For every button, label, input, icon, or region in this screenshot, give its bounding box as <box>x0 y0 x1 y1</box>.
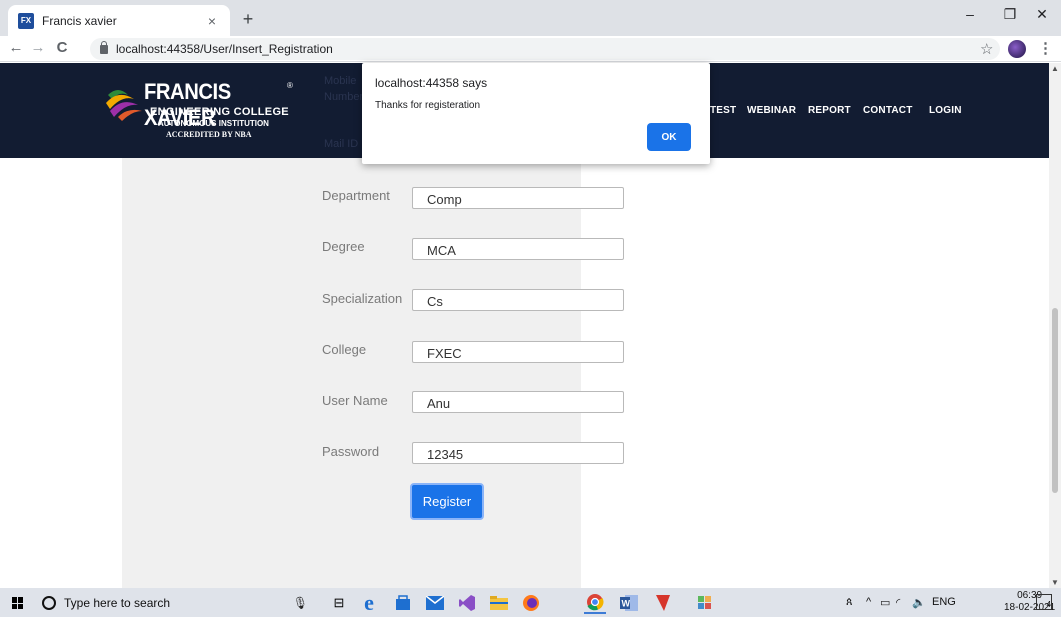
alert-message: Thanks for registeration <box>375 100 481 111</box>
taskbar-search-placeholder: Type here to search <box>64 595 171 610</box>
number-label: Number <box>324 91 364 103</box>
chrome-icon[interactable] <box>584 592 606 614</box>
tray-overflow-icon[interactable]: ^ <box>866 596 871 608</box>
alert-ok-button[interactable]: OK <box>647 123 691 151</box>
microphone-icon[interactable]: 🎙 <box>293 596 308 610</box>
wifi-icon[interactable]: ◜ <box>896 596 900 609</box>
action-center-icon[interactable]: 4 <box>1036 594 1052 610</box>
task-view-icon[interactable]: ⊟ <box>328 592 350 614</box>
logo-accreditation: ACCREDITED BY NBA <box>166 130 252 139</box>
mail-id-label: Mail ID <box>324 138 359 150</box>
college-label: College <box>322 342 367 357</box>
nav-webinar[interactable]: WEBINAR <box>747 105 796 116</box>
filezilla-icon[interactable] <box>652 592 674 614</box>
password-label: Password <box>322 444 380 459</box>
profile-avatar[interactable] <box>1008 40 1026 58</box>
tab-title: Francis xavier <box>42 13 117 28</box>
specialization-input[interactable]: Cs <box>412 289 624 311</box>
degree-input[interactable]: MCA <box>412 238 624 260</box>
nav-login[interactable]: LOGIN <box>929 105 962 116</box>
notification-count: 4 <box>1046 600 1051 609</box>
specialization-label: Specialization <box>322 291 403 306</box>
college-logo[interactable]: FRANCIS XAVIER ® ENGINEERING COLLEGE AUT… <box>104 77 304 147</box>
language-indicator[interactable]: ENG <box>932 596 956 608</box>
alert-dialog: localhost:44358 says Thanks for register… <box>362 63 710 164</box>
browser-menu-icon[interactable]: ⋮ <box>1038 39 1053 57</box>
browser-tabstrip: FX Francis xavier × + – ❐ ✕ <box>0 0 1061 36</box>
nav-contact[interactable]: CONTACT <box>863 105 913 116</box>
alert-title: localhost:44358 says <box>375 76 488 90</box>
new-tab-button[interactable]: + <box>238 9 258 30</box>
username-input[interactable]: Anu <box>412 391 624 413</box>
taskbar-search[interactable]: Type here to search 🎙 <box>38 588 308 617</box>
minimize-button[interactable]: – <box>950 6 990 22</box>
forward-arrow-icon[interactable]: → <box>28 39 48 56</box>
back-arrow-icon[interactable]: ← <box>6 39 26 56</box>
username-label: User Name <box>322 393 388 408</box>
visual-studio-icon[interactable] <box>456 592 478 614</box>
snip-tool-icon[interactable] <box>694 592 716 614</box>
college-emblem-icon <box>106 90 142 121</box>
logo-autonomous: AUTONOMOUS INSTITUTION <box>158 119 269 128</box>
cortana-icon <box>42 595 56 610</box>
store-icon[interactable] <box>392 592 414 614</box>
page-scrollbar[interactable]: ▲ ▼ <box>1049 63 1061 588</box>
lock-icon <box>100 40 108 54</box>
volume-icon[interactable]: 🔈 <box>912 596 926 609</box>
logo-subtitle: ENGINEERING COLLEGE <box>150 106 289 118</box>
nav-report[interactable]: REPORT <box>808 105 851 116</box>
degree-label: Degree <box>322 239 365 254</box>
windows-taskbar: Type here to search 🎙 ⊟ e W ጰ ^ ▭ ◜ 🔈 EN… <box>0 588 1061 617</box>
tab-close-icon[interactable]: × <box>204 13 220 29</box>
mobile-label: Mobile <box>324 75 357 87</box>
battery-icon[interactable]: ▭ <box>880 596 890 609</box>
reload-icon[interactable]: C <box>52 39 72 56</box>
people-icon[interactable]: ጰ <box>846 596 853 609</box>
scroll-up-icon[interactable]: ▲ <box>1051 64 1059 73</box>
password-input[interactable]: 12345 <box>412 442 624 464</box>
window-close-button[interactable]: ✕ <box>1022 6 1061 23</box>
windows-start-icon[interactable] <box>12 597 24 609</box>
address-url: localhost:44358/User/Insert_Registration <box>116 42 333 56</box>
browser-tab[interactable]: FX Francis xavier × <box>8 5 230 36</box>
department-label: Department <box>322 188 390 203</box>
firefox-icon[interactable] <box>520 592 542 614</box>
edge-icon[interactable]: e <box>358 590 380 615</box>
nav-test[interactable]: TEST <box>710 105 736 116</box>
browser-toolbar: ← → C localhost:44358/User/Insert_Regist… <box>0 36 1061 62</box>
mail-icon[interactable] <box>424 592 446 614</box>
scrollbar-thumb[interactable] <box>1052 308 1058 493</box>
college-input[interactable]: FXEC <box>412 341 624 363</box>
scroll-down-icon[interactable]: ▼ <box>1051 578 1059 587</box>
word-icon[interactable]: W <box>618 592 640 614</box>
site-favicon-icon: FX <box>18 12 34 29</box>
address-bar[interactable]: localhost:44358/User/Insert_Registration <box>90 38 1000 60</box>
department-input[interactable]: Comp <box>412 187 624 209</box>
logo-registered: ® <box>287 81 293 90</box>
bookmark-star-icon[interactable]: ☆ <box>980 40 993 58</box>
file-explorer-icon[interactable] <box>488 592 510 614</box>
registration-form-panel <box>122 158 581 588</box>
register-button[interactable]: Register <box>410 483 484 520</box>
svg-text:W: W <box>622 599 631 609</box>
